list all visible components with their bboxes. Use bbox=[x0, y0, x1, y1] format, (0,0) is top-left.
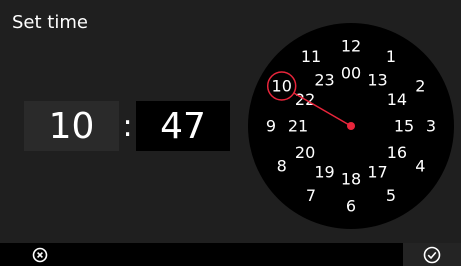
check-circle-icon bbox=[423, 246, 441, 263]
hour-label-14[interactable]: 14 bbox=[387, 90, 407, 109]
hour-label-11[interactable]: 11 bbox=[301, 47, 321, 66]
hour-label-15[interactable]: 15 bbox=[394, 117, 414, 136]
cancel-button[interactable] bbox=[20, 243, 60, 266]
hour-label-9[interactable]: 9 bbox=[266, 117, 276, 136]
hour-label-4[interactable]: 4 bbox=[415, 157, 425, 176]
hour-label-6[interactable]: 6 bbox=[346, 197, 356, 216]
hour-label-10[interactable]: 10 bbox=[272, 77, 292, 96]
hour-label-12[interactable]: 12 bbox=[341, 37, 361, 56]
bottom-bar bbox=[0, 243, 461, 266]
hour-label-17[interactable]: 17 bbox=[367, 162, 387, 181]
hour-label-1[interactable]: 1 bbox=[386, 47, 396, 66]
hour-label-16[interactable]: 16 bbox=[387, 143, 407, 162]
hour-label-23[interactable]: 23 bbox=[314, 71, 334, 90]
hour-label-5[interactable]: 5 bbox=[386, 186, 396, 205]
hour-label-00[interactable]: 00 bbox=[341, 64, 361, 83]
confirm-button[interactable] bbox=[403, 243, 461, 266]
hour-label-13[interactable]: 13 bbox=[367, 71, 387, 90]
clock-center-dot bbox=[347, 122, 355, 130]
hour-label-18[interactable]: 18 bbox=[341, 170, 361, 189]
hour-label-21[interactable]: 21 bbox=[288, 117, 308, 136]
close-circle-icon bbox=[32, 247, 48, 262]
hour-label-2[interactable]: 2 bbox=[415, 77, 425, 96]
hour-label-20[interactable]: 20 bbox=[295, 143, 315, 162]
hour-label-8[interactable]: 8 bbox=[277, 157, 287, 176]
hour-label-7[interactable]: 7 bbox=[306, 186, 316, 205]
hour-label-19[interactable]: 19 bbox=[314, 162, 334, 181]
clock-dial[interactable]: 121234567891011001314151617181920212223 bbox=[0, 0, 461, 243]
hour-label-3[interactable]: 3 bbox=[426, 117, 436, 136]
